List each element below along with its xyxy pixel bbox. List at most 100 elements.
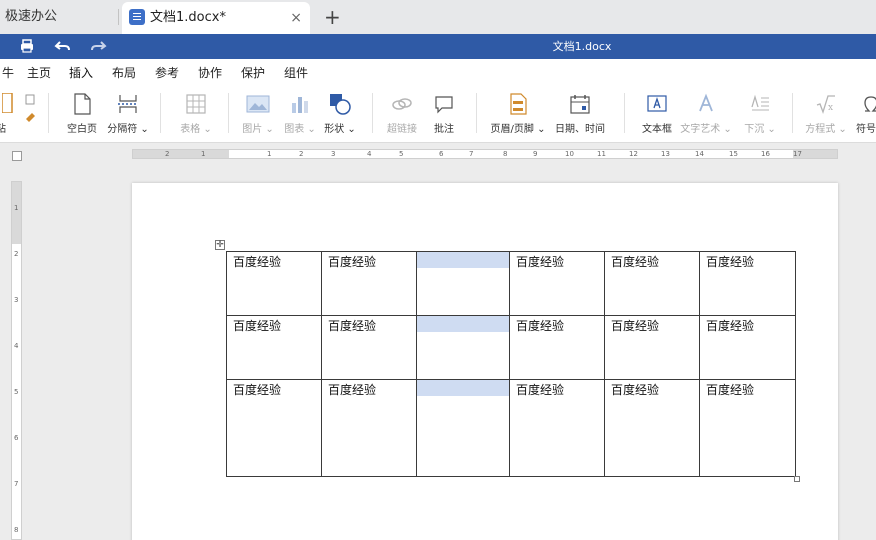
ruler-tick-label: 10 bbox=[565, 150, 574, 158]
table-cell[interactable]: 百度经验 bbox=[226, 315, 322, 380]
date-time-button[interactable]: 日期、时间 bbox=[555, 85, 605, 141]
ruler-tick-label: 11 bbox=[597, 150, 606, 158]
ruler-tick-label: 1 bbox=[267, 150, 272, 158]
date-time-label: 日期、时间 bbox=[555, 124, 605, 135]
menu-tab-insert[interactable]: 插入 bbox=[69, 64, 94, 87]
cell-text: 百度经验 bbox=[611, 255, 660, 269]
drop-cap-button[interactable]: 下沉 ⌄ bbox=[740, 85, 780, 141]
cell-text: 百度经验 bbox=[516, 319, 565, 333]
menu-tab-collaborate[interactable]: 协作 bbox=[198, 64, 222, 81]
cell-text: 百度经验 bbox=[328, 255, 377, 269]
table-cell[interactable]: 百度经验 bbox=[509, 315, 605, 380]
table-cell[interactable]: 百度经验 bbox=[509, 379, 605, 477]
cell-text: 百度经验 bbox=[706, 383, 755, 397]
table-cell[interactable]: 百度经验 bbox=[509, 251, 605, 316]
horizontal-ruler-row: 2 1 1 2 3 4 5 6 7 8 9 10 11 12 13 14 15 16 17 bbox=[0, 143, 876, 167]
cell-text: 百度经验 bbox=[328, 383, 377, 397]
menu-tab-home[interactable]: 主页 bbox=[27, 64, 51, 81]
cell-text: 百度经验 bbox=[516, 383, 565, 397]
ruler-tick-label: 8 bbox=[503, 150, 508, 158]
table-cell[interactable] bbox=[416, 315, 510, 380]
menu-tab-reference[interactable]: 参考 bbox=[155, 64, 179, 81]
ruler-tick-label: 6 bbox=[439, 150, 444, 158]
table-cell[interactable]: 百度经验 bbox=[699, 251, 796, 316]
paste-label: 粘 bbox=[0, 124, 6, 135]
cell-text: 百度经验 bbox=[611, 383, 660, 397]
table-cell[interactable]: 百度经验 bbox=[321, 251, 417, 316]
ruler-left-margin bbox=[133, 150, 229, 158]
separator-button[interactable]: 分隔符 ⌄ bbox=[107, 85, 149, 141]
ruler-tick-label: 2 bbox=[299, 150, 304, 158]
table-row: 百度经验 百度经验 百度经验 百度经验 百度经验 bbox=[226, 251, 796, 316]
ruler-tick-label: 1 bbox=[201, 150, 206, 158]
document-page[interactable]: ✛ 百度经验 百度经验 百度经验 百度经验 百度经验 百度经验 百度经验 百度经验 百度经验 百度… bbox=[132, 183, 838, 540]
ribbon-toolbar: 粘 空白页 分隔符 ⌄ 表格 ⌄ 图片 ⌄ 图表 ⌄ 形状 ⌄ 超链接 批注 页… bbox=[0, 85, 876, 143]
table-cell[interactable]: 百度经验 bbox=[699, 379, 796, 477]
menu-bar: 牛 主页 插入 布局 参考 协作 保护 组件 bbox=[0, 59, 876, 87]
tab-stop-selector[interactable] bbox=[12, 151, 22, 161]
equation-button[interactable]: x 方程式 ⌄ bbox=[805, 85, 847, 141]
ruler-tick-label: 16 bbox=[761, 150, 770, 158]
table-cell[interactable]: 百度经验 bbox=[321, 315, 417, 380]
ruler-tick-label: 8 bbox=[14, 526, 19, 534]
table-cell[interactable]: 百度经验 bbox=[604, 315, 700, 380]
vertical-ruler[interactable]: 1 2 3 4 5 6 7 8 bbox=[11, 181, 22, 540]
horizontal-ruler[interactable]: 2 1 1 2 3 4 5 6 7 8 9 10 11 12 13 14 15 16 17 bbox=[132, 149, 838, 159]
document-table[interactable]: 百度经验 百度经验 百度经验 百度经验 百度经验 百度经验 百度经验 百度经验 百度经验 百度经验… bbox=[226, 251, 796, 477]
menu-tab-layout[interactable]: 布局 bbox=[112, 64, 136, 81]
table-cell[interactable]: 百度经验 bbox=[321, 379, 417, 477]
ruler-tick-label: 12 bbox=[629, 150, 638, 158]
ruler-tick-label: 3 bbox=[331, 150, 336, 158]
table-cell[interactable] bbox=[416, 251, 510, 316]
header-footer-button[interactable]: 页眉/页脚 ⌄ bbox=[491, 85, 545, 141]
menu-tab-protect[interactable]: 保护 bbox=[241, 64, 265, 81]
menu-tab-components[interactable]: 组件 bbox=[284, 64, 308, 81]
ruler-tick-label: 4 bbox=[14, 342, 19, 350]
ruler-tick-label: 2 bbox=[14, 250, 19, 258]
ruler-tick-label: 9 bbox=[533, 150, 538, 158]
symbol-button[interactable]: 符号 bbox=[856, 85, 876, 141]
selected-cell-highlight bbox=[417, 380, 509, 396]
document-tab[interactable]: 文档1.docx* × bbox=[122, 2, 310, 34]
table-cell[interactable]: 百度经验 bbox=[604, 379, 700, 477]
selected-cell-highlight bbox=[417, 316, 509, 332]
table-resize-handle[interactable] bbox=[794, 476, 800, 482]
ruler-tick-label: 2 bbox=[165, 150, 170, 158]
app-home-tab[interactable]: 极速办公 bbox=[0, 0, 118, 34]
ruler-tick-label: 6 bbox=[14, 434, 19, 442]
cell-text: 百度经验 bbox=[328, 319, 377, 333]
cell-text: 百度经验 bbox=[233, 255, 282, 269]
comment-button[interactable]: 批注 bbox=[424, 85, 464, 141]
table-cell[interactable]: 百度经验 bbox=[226, 251, 322, 316]
paste-button[interactable]: 粘 bbox=[0, 85, 18, 141]
title-bar: 文档1.docx bbox=[0, 34, 876, 59]
table-cell[interactable] bbox=[416, 379, 510, 477]
comment-label: 批注 bbox=[434, 124, 454, 135]
svg-text:x: x bbox=[828, 103, 833, 113]
table-button[interactable]: 表格 ⌄ bbox=[176, 85, 216, 141]
ruler-tick-label: 15 bbox=[729, 150, 738, 158]
table-row: 百度经验 百度经验 百度经验 百度经验 百度经验 bbox=[226, 315, 796, 380]
close-tab-icon[interactable]: × bbox=[290, 2, 302, 34]
menu-tab-file-partial[interactable]: 牛 bbox=[2, 64, 14, 81]
symbol-label: 符号 bbox=[856, 124, 876, 135]
ribbon-divider bbox=[476, 93, 477, 133]
selected-cell-highlight bbox=[417, 252, 509, 268]
document-icon bbox=[129, 9, 145, 25]
cell-text: 百度经验 bbox=[516, 255, 565, 269]
tab-divider bbox=[118, 9, 119, 25]
table-move-handle[interactable]: ✛ bbox=[215, 240, 225, 250]
ruler-top-margin bbox=[12, 182, 21, 244]
shape-button[interactable]: 形状 ⌄ bbox=[320, 85, 360, 141]
table-cell[interactable]: 百度经验 bbox=[226, 379, 322, 477]
ruler-tick-label: 5 bbox=[14, 388, 19, 396]
window-title: 文档1.docx bbox=[552, 40, 612, 53]
new-tab-icon[interactable]: + bbox=[324, 0, 341, 34]
table-cell[interactable]: 百度经验 bbox=[604, 251, 700, 316]
ruler-tick-label: 5 bbox=[399, 150, 404, 158]
ruler-tick-label: 7 bbox=[469, 150, 474, 158]
table-cell[interactable]: 百度经验 bbox=[699, 315, 796, 380]
copy-format-button[interactable] bbox=[20, 85, 40, 141]
ruler-tick-label: 1 bbox=[14, 204, 19, 212]
ruler-tick-label: 7 bbox=[14, 480, 19, 488]
